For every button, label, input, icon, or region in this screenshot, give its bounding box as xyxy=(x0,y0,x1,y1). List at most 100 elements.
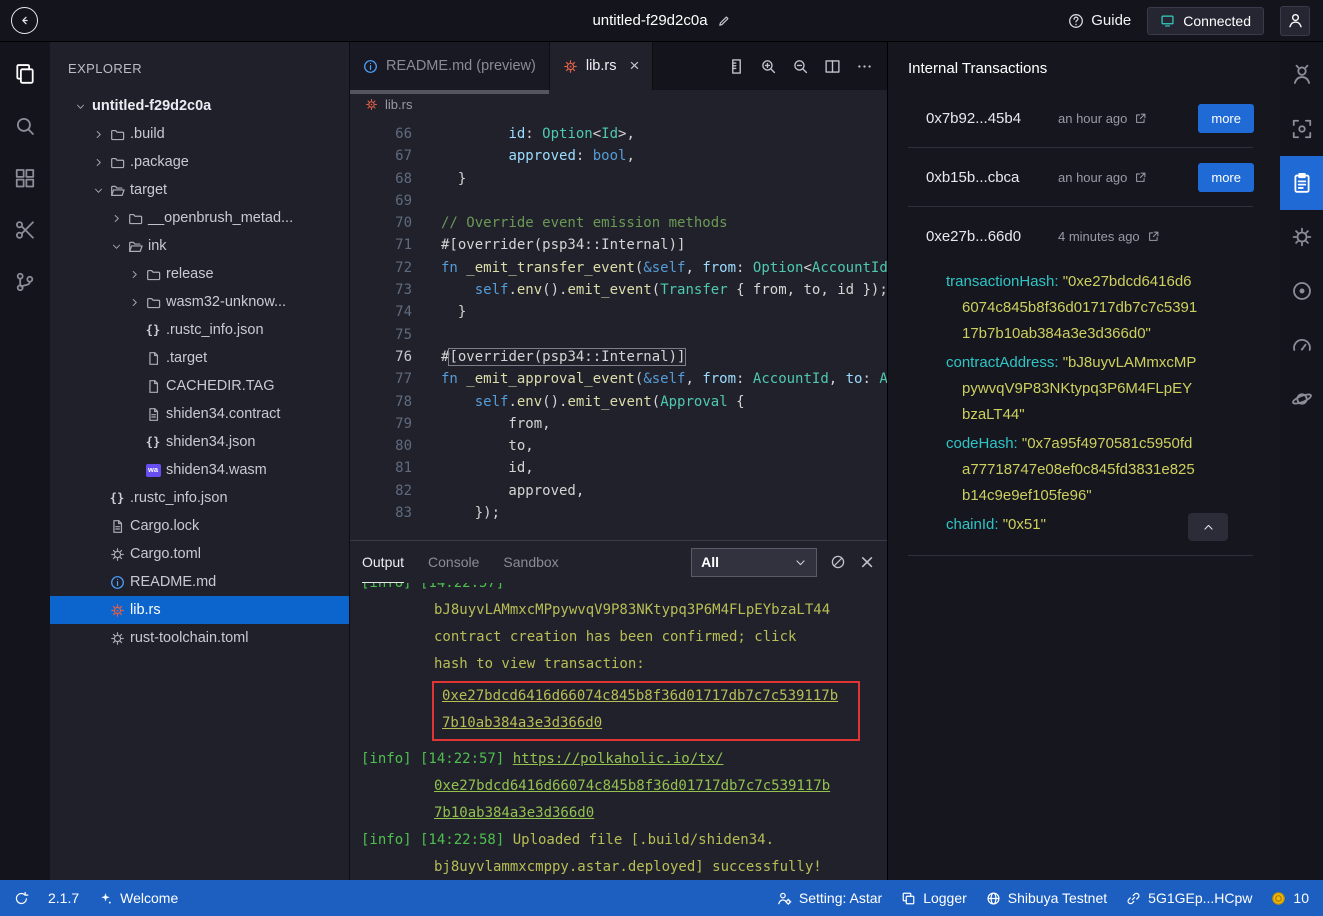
tree-item-.target[interactable]: .target xyxy=(50,344,349,372)
tree-item-lib.rs[interactable]: lib.rs xyxy=(50,596,349,624)
line-number: 77 xyxy=(350,368,412,390)
external-link-icon[interactable] xyxy=(1134,171,1147,184)
output-tab-Console[interactable]: Console xyxy=(428,541,479,583)
activity-planet[interactable] xyxy=(1280,372,1323,426)
chevron-up-icon xyxy=(1202,521,1215,534)
log-line: [info] [14:22:58] Uploaded file [.build/… xyxy=(361,827,887,854)
split-editor-icon[interactable] xyxy=(824,58,841,75)
tree-item-README.md[interactable]: README.md xyxy=(50,568,349,596)
log-line[interactable]: [info] [14:22:57] https://polkaholic.io/… xyxy=(361,746,887,773)
account-icon xyxy=(1291,64,1313,86)
tab-label: lib.rs xyxy=(586,58,617,74)
code-line-75: 75 xyxy=(350,324,887,346)
transaction-details: transactionHash: "0xe27bdcd6416d66074c84… xyxy=(888,265,1280,543)
output-tab-Sandbox[interactable]: Sandbox xyxy=(503,541,558,583)
zoom-in-icon[interactable] xyxy=(760,58,777,75)
more-button[interactable]: more xyxy=(1198,104,1254,133)
tree-item-.build[interactable]: .build xyxy=(50,120,349,148)
status-logger[interactable]: Logger xyxy=(901,890,967,906)
code-line-70: 70// Override event emission methods xyxy=(350,212,887,234)
back-button[interactable] xyxy=(11,7,38,34)
external-link-icon[interactable] xyxy=(1147,230,1160,243)
transaction-row[interactable]: 0xe27b...66d04 minutes ago xyxy=(888,207,1280,265)
tab-lib.rs[interactable]: lib.rs × xyxy=(550,42,654,90)
activity-files[interactable] xyxy=(0,48,50,100)
tree-item-target[interactable]: target xyxy=(50,176,349,204)
status-setting[interactable]: Setting: Astar xyxy=(777,890,882,906)
code-line-82: 82 approved, xyxy=(350,480,887,502)
highlighted-tx-hash[interactable]: 0xe27bdcd6416d66074c845b8f36d01717db7c7c… xyxy=(432,681,860,741)
external-link-icon[interactable] xyxy=(1134,112,1147,125)
connected-button[interactable]: Connected xyxy=(1147,7,1264,35)
tx-hash-text[interactable]: 0xe27bdcd6416d66074c845b8f36d01717db7c7c… xyxy=(442,688,838,704)
detail-key: codeHash: xyxy=(946,435,1022,452)
ruler-icon[interactable] xyxy=(728,58,745,75)
tree-item-.rustc_info.json[interactable]: {}.rustc_info.json xyxy=(50,316,349,344)
activity-gauge[interactable] xyxy=(1280,318,1323,372)
line-number: 66 xyxy=(350,123,412,145)
pencil-icon[interactable] xyxy=(717,14,731,28)
tree-item-.package[interactable]: .package xyxy=(50,148,349,176)
collapse-details-button[interactable] xyxy=(1188,513,1228,541)
editor-area: README.md (preview)lib.rs× lib.rs 66 id:… xyxy=(349,42,887,880)
clear-output-icon[interactable] xyxy=(830,554,846,570)
status-balance[interactable]: 10 xyxy=(1271,890,1309,906)
status-account[interactable]: 5G1GEp...HCpw xyxy=(1126,890,1252,906)
info-icon xyxy=(107,575,127,590)
code-line-68: 68 } xyxy=(350,168,887,190)
tab-README.md (preview)[interactable]: README.md (preview) xyxy=(350,42,550,90)
zoom-out-icon[interactable] xyxy=(792,58,809,75)
code-editor[interactable]: 66 id: Option<Id>,67 approved: bool,68 }… xyxy=(350,118,887,540)
tx-hash-text[interactable]: 7b10ab384a3e3d366d0 xyxy=(442,715,602,731)
tree-item-shiden34.wasm[interactable]: washiden34.wasm xyxy=(50,456,349,484)
file-tree: untitled-f29d2c0a.build.packagetarget __o… xyxy=(50,88,349,652)
activity-transactions[interactable] xyxy=(1280,156,1323,210)
output-filter-dropdown[interactable]: All xyxy=(691,548,817,577)
tree-item-label: __openbrush_metad... xyxy=(148,210,293,226)
log-line[interactable]: 7b10ab384a3e3d366d0 xyxy=(361,800,887,827)
status-network[interactable]: Shibuya Testnet xyxy=(986,890,1107,906)
close-tab-icon[interactable]: × xyxy=(629,56,639,76)
output-tab-Output[interactable]: Output xyxy=(362,541,404,583)
tree-item-Cargo.toml[interactable]: Cargo.toml xyxy=(50,540,349,568)
guide-label: Guide xyxy=(1091,12,1131,29)
activity-extensions[interactable] xyxy=(0,152,50,204)
tree-item-label: Cargo.lock xyxy=(130,518,199,534)
transactions-icon xyxy=(1291,172,1313,194)
tab-scrollbar[interactable] xyxy=(350,90,549,94)
guide-button[interactable]: Guide xyxy=(1068,12,1131,29)
close-panel-icon[interactable]: × xyxy=(859,551,875,573)
account-avatar-button[interactable] xyxy=(1280,6,1310,36)
tree-item-wasm32-unknow...[interactable]: wasm32-unknow... xyxy=(50,288,349,316)
activity-frame[interactable] xyxy=(1280,102,1323,156)
status-sync[interactable] xyxy=(14,891,29,906)
activity-account[interactable] xyxy=(1280,48,1323,102)
tree-item-shiden34.contract[interactable]: shiden34.contract xyxy=(50,400,349,428)
tree-item-__openbrush_metad...[interactable]: __openbrush_metad... xyxy=(50,204,349,232)
tree-item-shiden34.json[interactable]: {}shiden34.json xyxy=(50,428,349,456)
tree-item-label: Cargo.toml xyxy=(130,546,201,562)
transaction-row[interactable]: 0x7b92...45b4an hour agomore xyxy=(888,89,1280,147)
transaction-hash: 0xe27b...66d0 xyxy=(926,228,1058,245)
tree-item-Cargo.lock[interactable]: Cargo.lock xyxy=(50,512,349,540)
activity-search[interactable] xyxy=(0,100,50,152)
tree-item-CACHEDIR.TAG[interactable]: CACHEDIR.TAG xyxy=(50,372,349,400)
transaction-row[interactable]: 0xb15b...cbcaan hour agomore xyxy=(888,148,1280,206)
status-welcome[interactable]: Welcome xyxy=(98,890,178,906)
tree-item-ink[interactable]: ink xyxy=(50,232,349,260)
breadcrumb[interactable]: lib.rs xyxy=(350,90,887,118)
gauge-icon xyxy=(1291,334,1313,356)
activity-services[interactable] xyxy=(1280,210,1323,264)
log-line[interactable]: 0xe27bdcd6416d66074c845b8f36d01717db7c7c… xyxy=(361,773,887,800)
tree-item-rust-toolchain.toml[interactable]: rust-toolchain.toml xyxy=(50,624,349,652)
activity-token[interactable] xyxy=(1280,264,1323,318)
tree-item-release[interactable]: release xyxy=(50,260,349,288)
code-line-80: 80 to, xyxy=(350,435,887,457)
activity-scissors[interactable] xyxy=(0,204,50,256)
tree-item-.rustc_info.json[interactable]: {}.rustc_info.json xyxy=(50,484,349,512)
tree-item-untitled-f29d2c0a[interactable]: untitled-f29d2c0a xyxy=(50,92,349,120)
more-button[interactable]: more xyxy=(1198,163,1254,192)
activity-source-control[interactable] xyxy=(0,256,50,308)
folder-icon xyxy=(143,295,163,310)
more-actions-icon[interactable] xyxy=(856,58,873,75)
